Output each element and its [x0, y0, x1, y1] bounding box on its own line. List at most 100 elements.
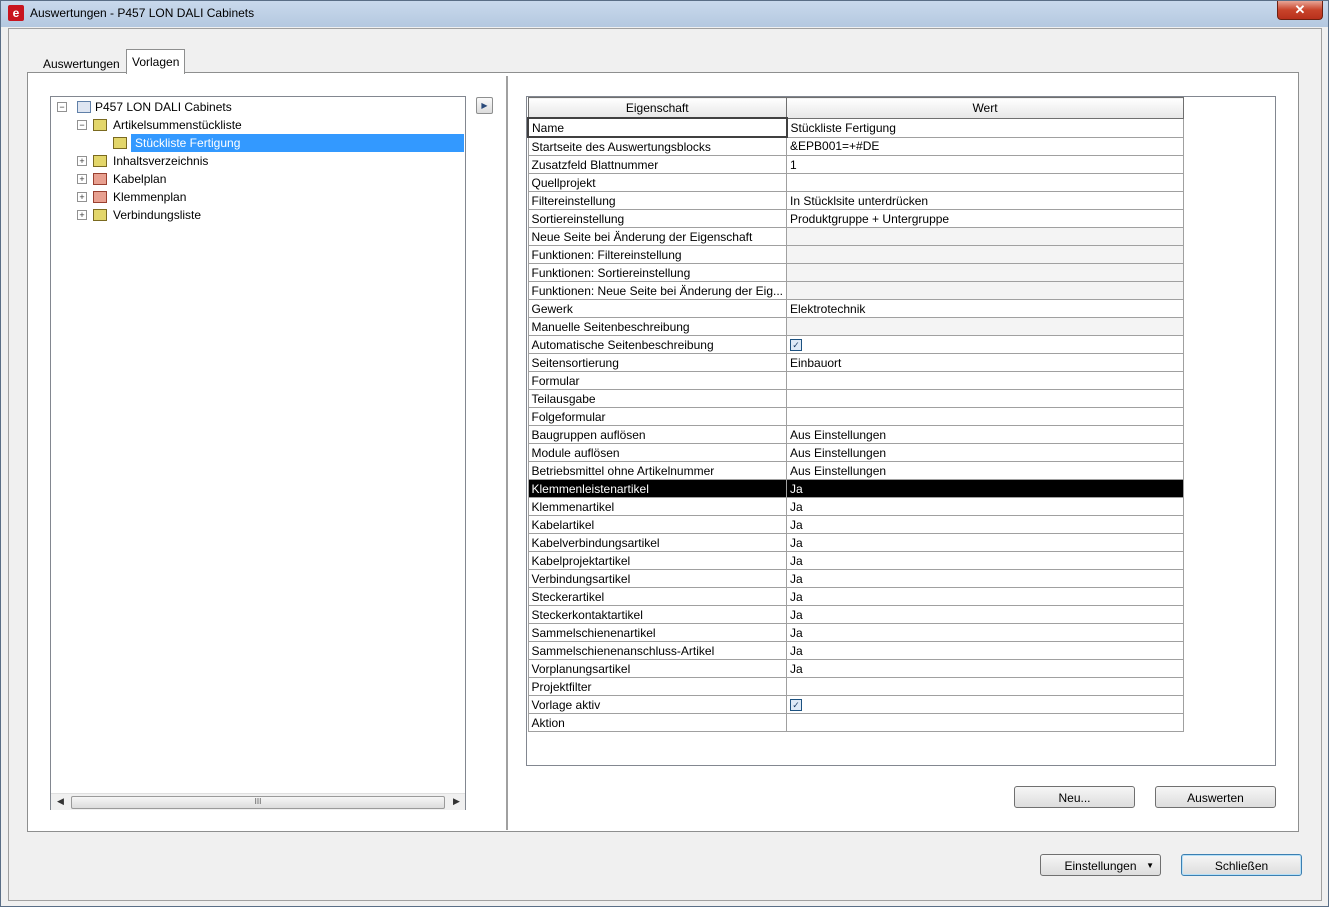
property-value[interactable] [786, 317, 1184, 336]
expand-icon[interactable]: + [77, 210, 87, 220]
property-row[interactable]: Neue Seite bei Änderung der Eigenschaft [527, 227, 1184, 246]
property-row[interactable]: Vorlage aktiv ✓ [527, 695, 1184, 714]
property-row[interactable]: Aktion [527, 713, 1184, 732]
property-name: Folgeformular [527, 407, 787, 426]
property-value[interactable]: Ja [786, 479, 1184, 498]
property-value[interactable]: Ja [786, 641, 1184, 660]
property-value[interactable]: Ja [786, 605, 1184, 624]
scroll-left-arrow-icon[interactable]: ◀ [57, 796, 64, 807]
property-value[interactable]: Ja [786, 623, 1184, 642]
property-value[interactable]: Aus Einstellungen [786, 443, 1184, 462]
property-row[interactable]: Gewerk Elektrotechnik [527, 299, 1184, 318]
property-value[interactable]: &EPB001=+#DE [786, 136, 1184, 156]
property-row[interactable]: Klemmenartikel Ja [527, 497, 1184, 516]
collapse-icon[interactable]: − [57, 102, 67, 112]
scroll-right-arrow-icon[interactable]: ▶ [453, 796, 460, 807]
property-row[interactable]: Manuelle Seitenbeschreibung [527, 317, 1184, 336]
property-row[interactable]: Startseite des Auswertungsblocks &EPB001=… [527, 136, 1184, 156]
property-name: Verbindungsartikel [527, 569, 787, 588]
property-row[interactable]: Funktionen: Neue Seite bei Änderung der … [527, 281, 1184, 300]
property-row[interactable]: Folgeformular [527, 407, 1184, 426]
checkbox-checked[interactable]: ✓ [790, 339, 802, 352]
property-value[interactable] [786, 677, 1184, 696]
property-grid[interactable]: Eigenschaft Wert Name Stückliste Fertigun… [527, 97, 1184, 732]
template-tree[interactable]: − P457 LON DALI Cabinets − Artikelsummen… [50, 96, 466, 810]
property-value[interactable] [786, 173, 1184, 192]
new-button[interactable]: Neu... [1014, 786, 1135, 808]
title-bar[interactable]: e Auswertungen - P457 LON DALI Cabinets … [1, 1, 1328, 27]
column-header-value[interactable]: Wert [786, 97, 1184, 119]
property-value[interactable]: Aus Einstellungen [786, 425, 1184, 444]
property-row[interactable]: Teilausgabe [527, 389, 1184, 408]
property-row[interactable]: Sammelschienenartikel Ja [527, 623, 1184, 642]
property-row[interactable]: Verbindungsartikel Ja [527, 569, 1184, 588]
scroll-thumb[interactable]: III [71, 796, 445, 809]
tree-horizontal-scrollbar[interactable]: ◀ III ▶ [51, 793, 465, 810]
property-value[interactable]: Ja [786, 515, 1184, 534]
property-value[interactable] [786, 281, 1184, 300]
expand-icon[interactable]: + [77, 192, 87, 202]
property-value[interactable]: Produktgruppe + Untergruppe [786, 209, 1184, 228]
property-value[interactable]: Ja [786, 497, 1184, 516]
property-value[interactable]: Ja [786, 533, 1184, 552]
property-row[interactable]: Seitensortierung Einbauort [527, 353, 1184, 372]
tab-auswertungen[interactable]: Auswertungen [38, 54, 125, 74]
property-row[interactable]: Baugruppen auflösen Aus Einstellungen [527, 425, 1184, 444]
close-button[interactable]: Schließen [1181, 854, 1302, 876]
property-row[interactable]: Funktionen: Filtereinstellung [527, 245, 1184, 264]
property-row[interactable]: Module auflösen Aus Einstellungen [527, 443, 1184, 462]
property-value[interactable] [786, 713, 1184, 732]
checkbox-checked[interactable]: ✓ [790, 699, 802, 712]
evaluate-button[interactable]: Auswerten [1155, 786, 1276, 808]
property-value[interactable]: ✓ [786, 335, 1184, 354]
property-row[interactable]: Kabelverbindungsartikel Ja [527, 533, 1184, 552]
settings-dropdown-button[interactable]: Einstellungen ▼ [1040, 854, 1161, 876]
property-row[interactable]: Sammelschienenanschluss-Artikel Ja [527, 641, 1184, 660]
property-row[interactable]: Formular [527, 371, 1184, 390]
property-value[interactable]: Ja [786, 551, 1184, 570]
property-value[interactable]: 1 [786, 155, 1184, 174]
property-row[interactable]: Kabelprojektartikel Ja [527, 551, 1184, 570]
property-row[interactable]: Betriebsmittel ohne Artikelnummer Aus Ein… [527, 461, 1184, 480]
property-value[interactable] [786, 389, 1184, 408]
property-value[interactable]: Elektrotechnik [786, 299, 1184, 318]
toggle-panel-button[interactable]: ▶ [476, 97, 493, 114]
column-header-property[interactable]: Eigenschaft [527, 97, 787, 119]
property-value[interactable]: Einbauort [786, 353, 1184, 372]
property-row[interactable]: Funktionen: Sortiereinstellung [527, 263, 1184, 282]
property-row[interactable]: Filtereinstellung In Stücklsite unterdrüc… [527, 191, 1184, 210]
close-window-button[interactable]: ✕ [1277, 1, 1323, 20]
property-row[interactable]: Vorplanungsartikel Ja [527, 659, 1184, 678]
folder-icon [93, 191, 107, 203]
property-row[interactable]: Quellprojekt [527, 173, 1184, 192]
property-row[interactable]: Klemmenleistenartikel Ja [527, 479, 1184, 498]
property-row[interactable]: Zusatzfeld Blattnummer 1 [527, 155, 1184, 174]
property-value[interactable]: In Stücklsite unterdrücken [786, 191, 1184, 210]
property-value[interactable] [786, 407, 1184, 426]
property-value[interactable] [786, 227, 1184, 246]
property-value[interactable]: Ja [786, 569, 1184, 588]
property-row[interactable]: Name Stückliste Fertigung [527, 117, 1184, 138]
property-name: Sammelschienenartikel [527, 623, 787, 642]
folder-icon [93, 119, 107, 131]
expand-icon[interactable]: + [77, 156, 87, 166]
property-value[interactable]: Stückliste Fertigung [786, 117, 1184, 138]
tab-vorlagen[interactable]: Vorlagen [126, 49, 186, 74]
property-value[interactable]: Ja [786, 587, 1184, 606]
property-row[interactable]: Projektfilter [527, 677, 1184, 696]
panel-splitter[interactable] [506, 76, 509, 830]
collapse-icon[interactable]: − [77, 120, 87, 130]
property-row[interactable]: Steckerartikel Ja [527, 587, 1184, 606]
expand-icon[interactable]: + [77, 174, 87, 184]
property-value[interactable] [786, 371, 1184, 390]
property-row[interactable]: Automatische Seitenbeschreibung ✓ [527, 335, 1184, 354]
property-value[interactable]: Aus Einstellungen [786, 461, 1184, 480]
property-row[interactable]: Steckerkontaktartikel Ja [527, 605, 1184, 624]
folder-icon [93, 173, 107, 185]
property-value[interactable]: ✓ [786, 695, 1184, 714]
property-value[interactable]: Ja [786, 659, 1184, 678]
property-row[interactable]: Sortiereinstellung Produktgruppe + Unterg… [527, 209, 1184, 228]
property-value[interactable] [786, 263, 1184, 282]
property-row[interactable]: Kabelartikel Ja [527, 515, 1184, 534]
property-value[interactable] [786, 245, 1184, 264]
